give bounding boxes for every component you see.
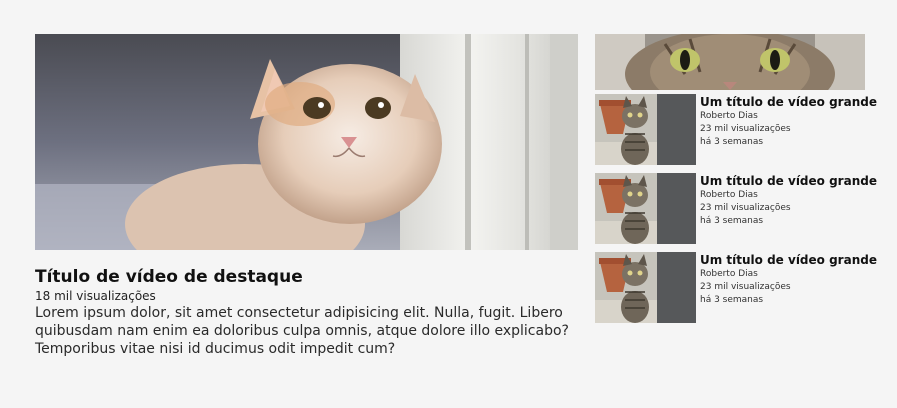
tabby-kitten-photo-icon	[595, 94, 696, 165]
video-views: 23 mil visualizações	[700, 282, 791, 292]
featured-description: Lorem ipsum dolor, sit amet consectetur …	[35, 305, 569, 357]
cat-face-photo-icon	[595, 34, 865, 90]
video-views: 23 mil visualizações	[700, 124, 791, 134]
video-thumbnail[interactable]	[595, 94, 696, 165]
video-info: Um título de vídeo grande Roberto Dias 2…	[700, 95, 877, 149]
sidebar-top-thumbnail[interactable]	[595, 34, 865, 90]
video-info: Um título de vídeo grande Roberto Dias 2…	[700, 174, 877, 228]
video-title[interactable]: Um título de vídeo grande	[700, 174, 877, 189]
kitten-photo-icon	[35, 34, 578, 250]
sidebar-video-item[interactable]: Um título de vídeo grande Roberto Dias 2…	[595, 94, 877, 165]
video-thumbnail[interactable]	[595, 252, 696, 323]
video-age: há 3 semanas	[700, 295, 764, 305]
video-title[interactable]: Um título de vídeo grande	[700, 253, 877, 268]
sidebar-video-item[interactable]: Um título de vídeo grande Roberto Dias 2…	[595, 173, 877, 244]
video-age: há 3 semanas	[700, 137, 764, 147]
featured-views: 18 mil visualizações	[35, 289, 156, 303]
tabby-kitten-photo-icon	[595, 252, 696, 323]
video-title[interactable]: Um título de vídeo grande	[700, 95, 877, 110]
video-channel[interactable]: Roberto Dias	[700, 268, 865, 281]
video-info: Um título de vídeo grande Roberto Dias 2…	[700, 253, 877, 307]
sidebar-video-list: Um título de vídeo grande Roberto Dias 2…	[595, 34, 877, 323]
featured-video[interactable]: Título de vídeo de destaque 18 mil visua…	[35, 34, 578, 358]
featured-thumbnail[interactable]	[35, 34, 578, 250]
video-age: há 3 semanas	[700, 216, 764, 226]
tabby-kitten-photo-icon	[595, 173, 696, 244]
video-channel[interactable]: Roberto Dias	[700, 110, 865, 123]
video-channel[interactable]: Roberto Dias	[700, 189, 865, 202]
sidebar-video-item[interactable]: Um título de vídeo grande Roberto Dias 2…	[595, 252, 877, 323]
video-thumbnail[interactable]	[595, 173, 696, 244]
video-views: 23 mil visualizações	[700, 203, 791, 213]
featured-title[interactable]: Título de vídeo de destaque	[35, 267, 578, 287]
